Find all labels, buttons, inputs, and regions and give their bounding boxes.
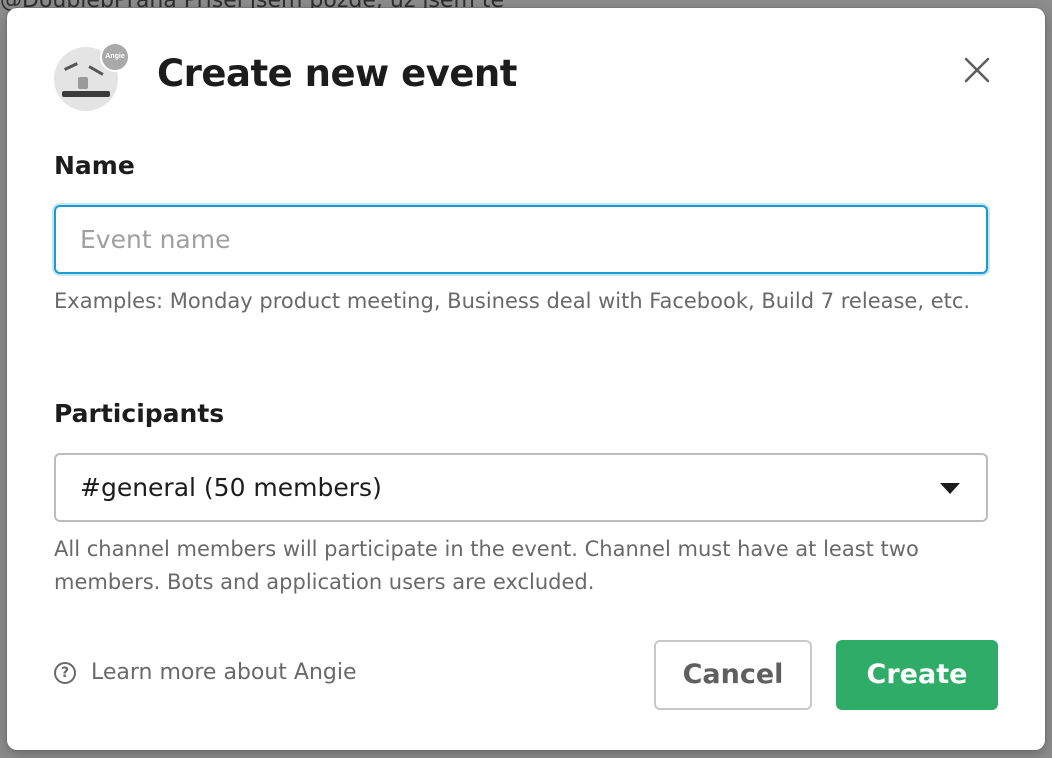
learn-more-text: Learn more about Angie: [91, 660, 357, 685]
dialog-title: Create new event: [157, 52, 517, 95]
event-name-input[interactable]: [54, 205, 988, 274]
avatar-badge: Angie: [100, 42, 130, 72]
close-button[interactable]: [957, 50, 997, 90]
learn-more-link[interactable]: ? Learn more about Angie: [54, 660, 357, 685]
create-event-dialog: Angie Create new event Name Examples: Mo…: [7, 8, 1045, 750]
cancel-button[interactable]: Cancel: [654, 640, 812, 710]
name-hint: Examples: Monday product meeting, Busine…: [54, 289, 971, 313]
create-button[interactable]: Create: [836, 640, 998, 710]
participants-select[interactable]: #general (50 members): [54, 453, 988, 522]
question-circle-icon: ?: [54, 661, 76, 684]
participants-selected-value: #general (50 members): [80, 473, 382, 502]
name-label: Name: [54, 151, 135, 180]
chevron-down-icon: [940, 483, 960, 494]
close-icon: [964, 57, 990, 83]
participants-label: Participants: [54, 399, 225, 428]
participants-hint: All channel members will participate in …: [54, 537, 919, 594]
